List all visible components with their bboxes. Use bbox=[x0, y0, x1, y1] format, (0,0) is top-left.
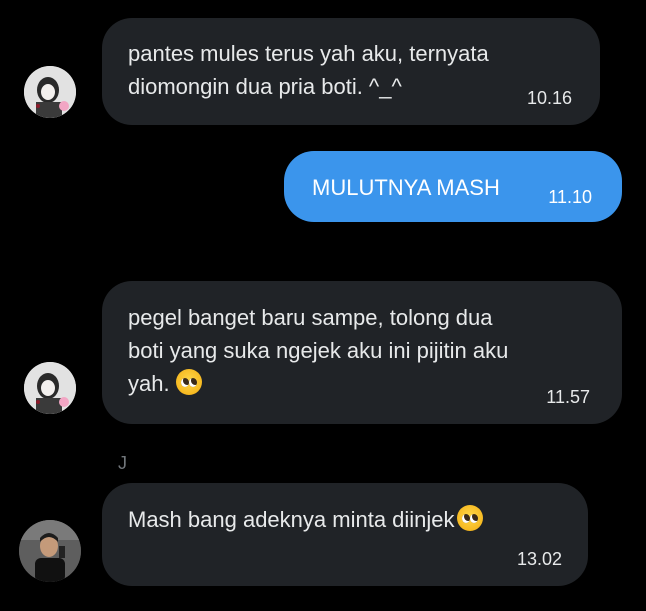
message-text-line: Mash bang adeknya minta diinjek bbox=[128, 503, 562, 536]
avatar-girl[interactable] bbox=[24, 66, 76, 118]
message-bubble-incoming[interactable]: pegel banget baru sampe, tolong dua boti… bbox=[102, 281, 622, 424]
avatar-girl-image bbox=[24, 66, 76, 118]
message-timestamp: 11.10 bbox=[548, 187, 592, 207]
message-text-line: boti yang suka ngejek aku ini pijitin ak… bbox=[128, 338, 509, 363]
message-text-line-word: yah. bbox=[128, 371, 170, 396]
message-text-line: yah. bbox=[128, 367, 596, 400]
avatar-man-image bbox=[19, 520, 81, 582]
message-text-line: pantes mules terus yah aku, ternyata bbox=[128, 41, 489, 66]
message-bubble-incoming[interactable]: pantes mules terus yah aku, ternyata dio… bbox=[102, 18, 600, 125]
message-text: Mash bang adeknya minta diinjek bbox=[128, 507, 455, 532]
sender-name: J bbox=[118, 453, 127, 473]
message-bubble-incoming[interactable]: Mash bang adeknya minta diinjek 13.02 bbox=[102, 483, 588, 586]
pleading-face-icon bbox=[456, 505, 483, 531]
message-timestamp: 13.02 bbox=[516, 549, 562, 569]
avatar-girl[interactable] bbox=[24, 362, 76, 414]
avatar-man[interactable] bbox=[19, 520, 81, 582]
message-text-line: pegel banget baru sampe, tolong dua bbox=[128, 305, 493, 330]
message-timestamp: 10.16 bbox=[526, 88, 572, 108]
avatar-girl-image bbox=[24, 362, 76, 414]
message-timestamp: 11.57 bbox=[546, 387, 590, 407]
message-text-line: diomongin dua pria boti. ^_^ bbox=[128, 74, 402, 99]
pleading-face-icon bbox=[175, 369, 202, 395]
message-bubble-outgoing[interactable]: MULUTNYA MASH 11.10 bbox=[284, 151, 622, 222]
